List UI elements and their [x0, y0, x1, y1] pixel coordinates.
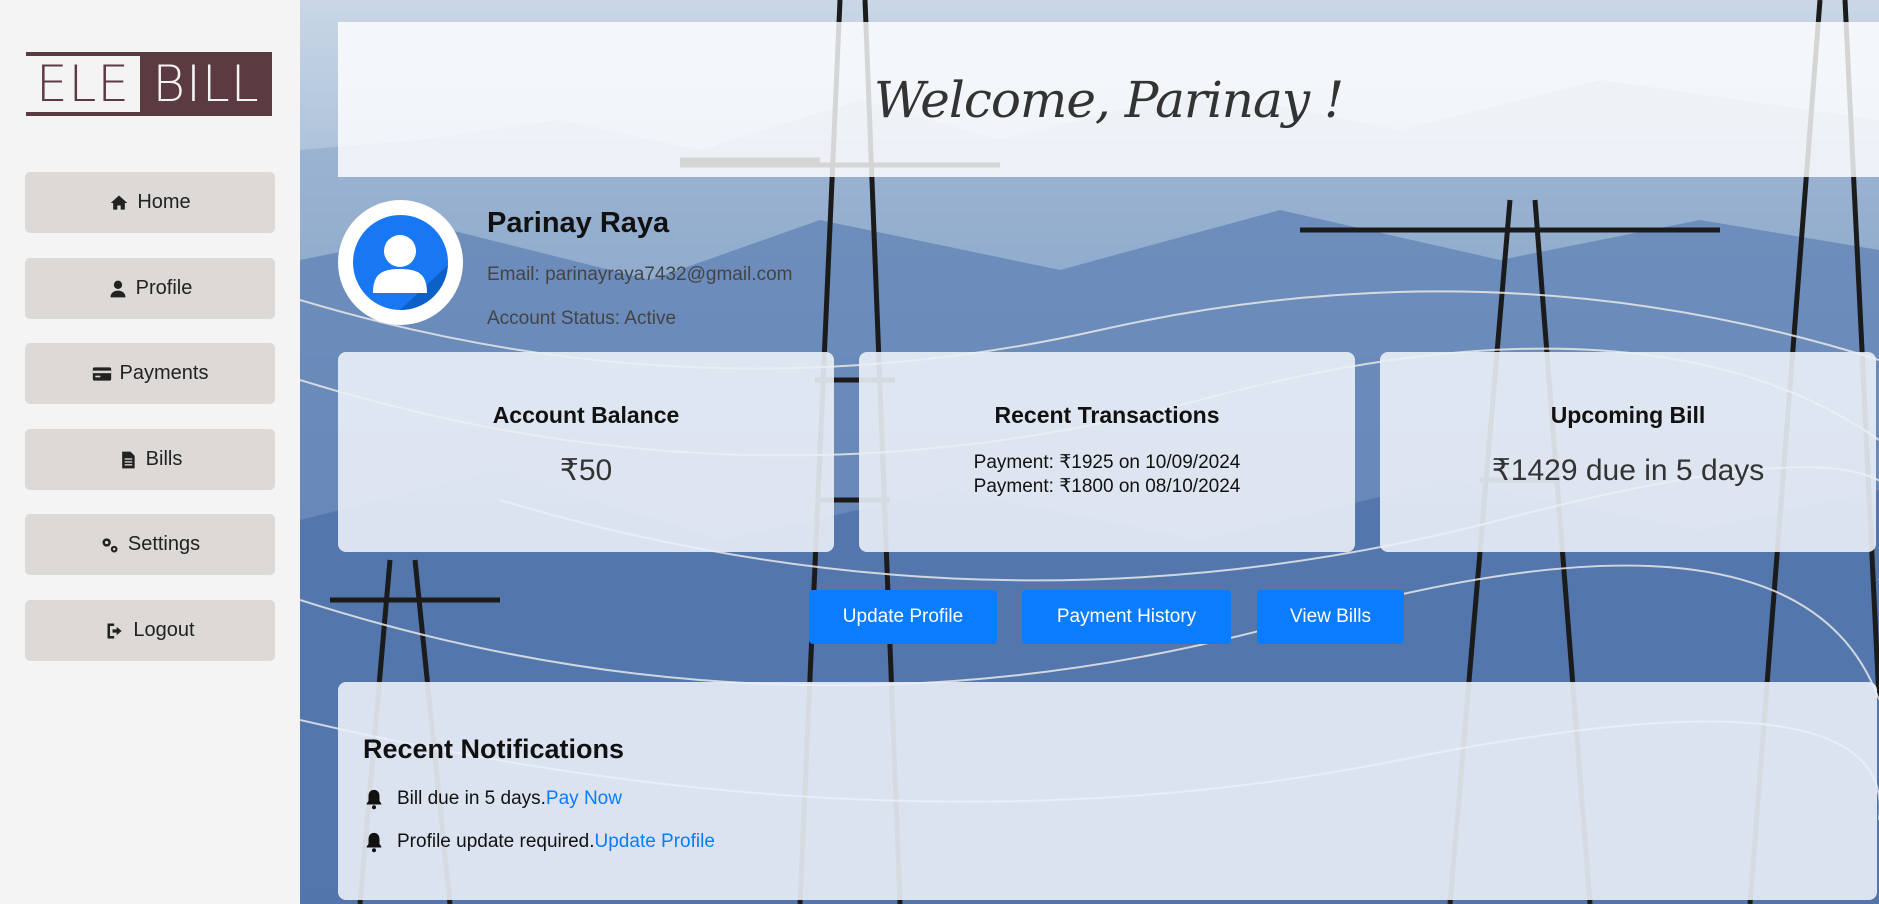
- notifications-title: Recent Notifications: [363, 734, 625, 764]
- credit-card-icon: [92, 366, 111, 381]
- gears-icon: [102, 537, 118, 552]
- pay-now-link[interactable]: Pay Now: [546, 788, 622, 810]
- welcome-text: Welcome, Parinay !: [873, 70, 1344, 129]
- main-content: Welcome, Parinay ! Parinay Raya Email: p…: [300, 0, 1879, 904]
- sidebar: ELE BILL Home Profile Payments Bills Set…: [0, 0, 300, 904]
- notifications-panel: Recent Notifications Bill due in 5 days.…: [338, 682, 1877, 900]
- update-profile-link[interactable]: Update Profile: [595, 831, 715, 853]
- profile-name: Parinay Raya: [487, 207, 670, 239]
- upcoming-bill-card: Upcoming Bill ₹1429 due in 5 days: [1380, 352, 1876, 552]
- sidebar-item-label: Home: [137, 191, 191, 213]
- sidebar-item-label: Logout: [133, 619, 195, 641]
- notification-text: Profile update required.: [397, 831, 595, 852]
- sidebar-item-bills[interactable]: Bills: [25, 429, 275, 490]
- user-avatar-icon: [353, 215, 448, 310]
- view-bills-button[interactable]: View Bills: [1257, 590, 1404, 644]
- file-invoice-icon: [121, 451, 135, 468]
- sidebar-item-payments[interactable]: Payments: [25, 343, 275, 404]
- transaction-item: Payment: ₹1925 on 10/09/2024: [973, 452, 1241, 473]
- sidebar-item-label: Bills: [145, 448, 183, 470]
- notification-item: Bill due in 5 days. Pay Now: [363, 788, 622, 810]
- logo-left-text: ELE: [26, 52, 140, 116]
- update-profile-button[interactable]: Update Profile: [809, 590, 997, 644]
- notification-text: Bill due in 5 days.: [397, 788, 546, 809]
- balance-value: ₹50: [559, 454, 613, 487]
- avatar: [338, 200, 463, 325]
- upcoming-bill-value: ₹1429 due in 5 days: [1491, 454, 1765, 487]
- sidebar-item-home[interactable]: Home: [25, 172, 275, 233]
- account-balance-card: Account Balance ₹50: [338, 352, 834, 552]
- logo: ELE BILL: [26, 52, 272, 116]
- welcome-banner: Welcome, Parinay !: [338, 22, 1879, 177]
- sidebar-item-label: Settings: [127, 533, 201, 555]
- card-title: Upcoming Bill: [1550, 402, 1706, 428]
- recent-transactions-card: Recent Transactions Payment: ₹1925 on 10…: [859, 352, 1355, 552]
- notification-item: Profile update required. Update Profile: [363, 831, 715, 853]
- sidebar-item-profile[interactable]: Profile: [25, 258, 275, 319]
- transaction-item: Payment: ₹1800 on 08/10/2024: [973, 476, 1241, 497]
- bell-icon: [366, 832, 382, 853]
- account-status: Account Status: Active: [487, 308, 677, 329]
- sidebar-item-logout[interactable]: Logout: [25, 600, 275, 661]
- card-title: Recent Transactions: [994, 402, 1220, 428]
- profile-email: Email: parinayraya7432@gmail.com: [487, 264, 793, 285]
- user-icon: [110, 280, 126, 297]
- sign-out-icon: [107, 623, 123, 638]
- transaction-list: Payment: ₹1925 on 10/09/2024 Payment: ₹1…: [859, 451, 1355, 499]
- home-icon: [110, 195, 128, 210]
- sidebar-item-settings[interactable]: Settings: [25, 514, 275, 575]
- bell-icon: [366, 789, 382, 810]
- card-title: Account Balance: [492, 402, 680, 428]
- sidebar-item-label: Payments: [119, 362, 209, 384]
- logo-right-text: BILL: [140, 52, 272, 116]
- sidebar-item-label: Profile: [135, 277, 193, 299]
- payment-history-button[interactable]: Payment History: [1022, 590, 1231, 644]
